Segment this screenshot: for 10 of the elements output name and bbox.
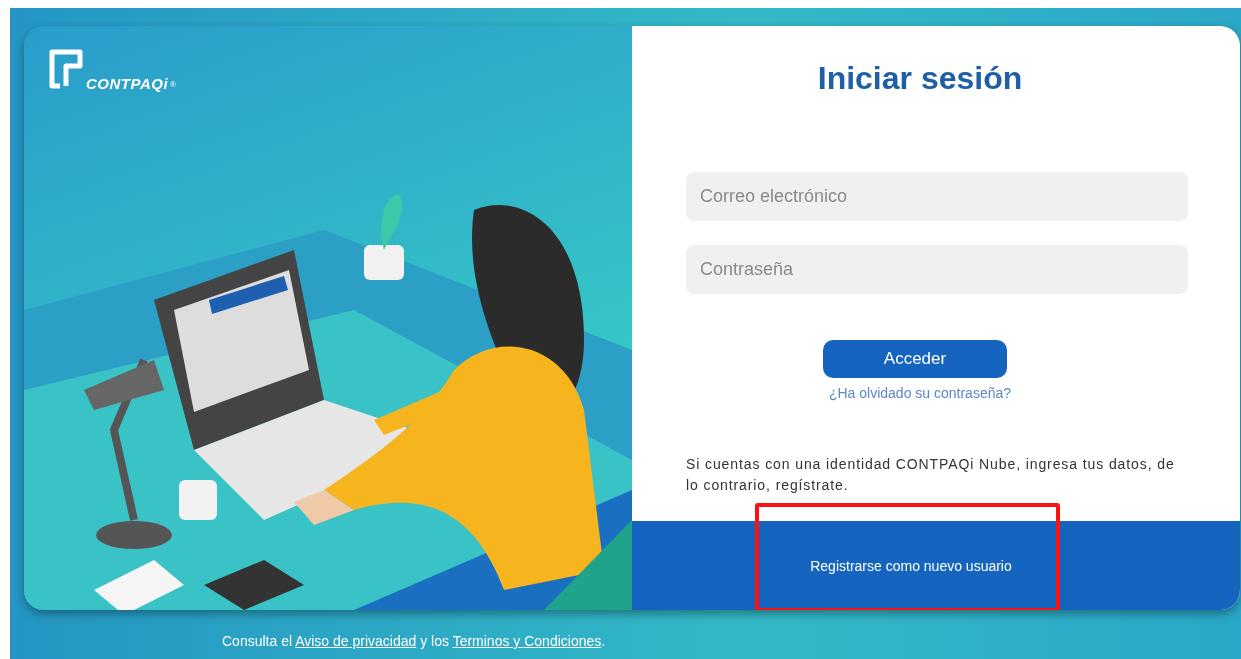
password-field[interactable]: Contraseña xyxy=(686,245,1188,294)
registered-mark: ® xyxy=(170,80,176,89)
forgot-password-link[interactable]: ¿Ha olvidado su contraseña? xyxy=(828,385,1012,401)
info-text: Si cuentas con una identidad CONTPAQi Nube, ingresa tus datos, de lo contrario, regístrate. xyxy=(686,455,1176,495)
login-title: Iniciar sesión xyxy=(816,60,1024,97)
footer-text: Consulta el Aviso de privacidad y los Terminos y Condiciones. xyxy=(222,633,606,649)
brand-name: CONTPAQi xyxy=(86,75,169,92)
email-field[interactable]: Correo electrónico xyxy=(686,172,1188,221)
privacy-link[interactable]: Aviso de privacidad xyxy=(295,633,417,649)
login-button[interactable]: Acceder xyxy=(823,340,1007,378)
